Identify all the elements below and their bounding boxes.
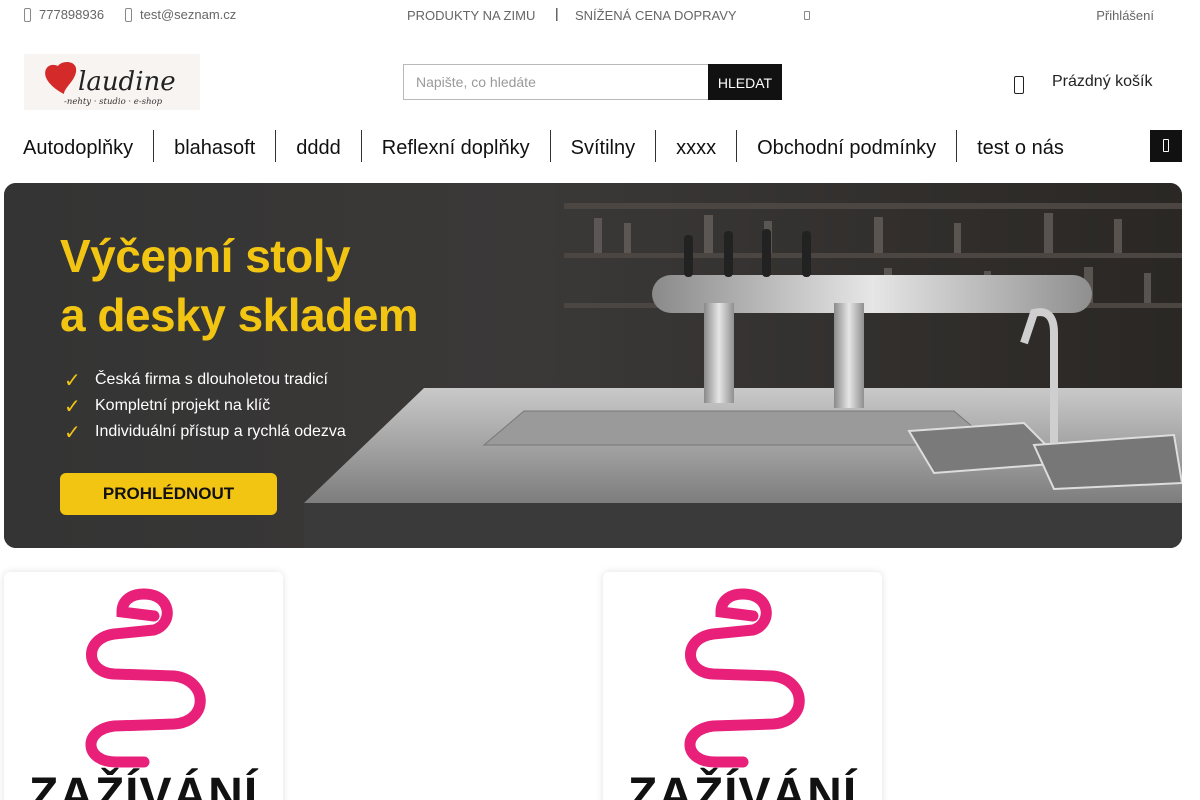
toplink-separator: |	[555, 5, 559, 21]
cart-label: Prázdný košík	[1052, 73, 1153, 90]
checkmark-icon: ✓	[64, 421, 81, 444]
email-address: test@seznam.cz	[140, 7, 237, 22]
nav-item-blahasoft[interactable]: blahasoft	[154, 130, 277, 162]
search-button[interactable]: HLEDAT	[708, 64, 782, 100]
nav-item-dddd[interactable]: dddd	[276, 130, 362, 162]
nav-item-xxxx[interactable]: xxxx	[656, 130, 738, 162]
email-link[interactable]: test@seznam.cz	[125, 7, 236, 22]
product-card[interactable]: ZAŽÍVÁNÍ	[603, 572, 882, 800]
phone-icon	[24, 7, 31, 22]
product-label: ZAŽÍVÁNÍ	[28, 769, 259, 800]
logo-text: laudine	[78, 67, 176, 97]
login-link[interactable]: Přihlášení	[1096, 8, 1154, 23]
top-bar: 777898936 test@seznam.cz PRODUKTY NA ZIM…	[0, 0, 1200, 32]
search-form: HLEDAT	[403, 64, 782, 100]
banner-bullet: ✓ Kompletní projekt na klíč	[64, 393, 346, 419]
logo-tagline: -nehty · studio · e-shop	[64, 97, 163, 107]
intestine-icon	[85, 588, 206, 768]
toplink-label: PRODUKTY NA ZIMU	[407, 8, 536, 23]
nav-item-obchodni-podminky[interactable]: Obchodní podmínky	[737, 130, 958, 162]
more-links-icon[interactable]	[804, 11, 810, 20]
nav-item-test-o-nas[interactable]: test o nás	[957, 130, 1084, 162]
checkmark-icon: ✓	[64, 395, 81, 418]
site-logo[interactable]: laudine -nehty · studio · e-shop	[24, 54, 200, 110]
banner-bullet-text: Česká firma s dlouholetou tradicí	[95, 371, 328, 388]
banner-title-line-2: a desky skladem	[60, 289, 419, 341]
phone-number: 777898936	[39, 7, 105, 22]
checkmark-icon: ✓	[64, 369, 81, 392]
bag-icon	[1014, 76, 1024, 94]
banner-bullet: ✓ Individuální přístup a rychlá odezva	[64, 419, 346, 445]
intestine-icon	[684, 588, 805, 768]
banner-bullet-text: Kompletní projekt na klíč	[95, 397, 271, 414]
banner-title-line-1: Výčepní stoly	[60, 230, 351, 282]
menu-toggle-button[interactable]	[1150, 130, 1182, 162]
nav-item-autodoplnky[interactable]: Autodoplňky	[0, 130, 155, 162]
banner-bullet-list: ✓ Česká firma s dlouholetou tradicí ✓ Ko…	[64, 367, 346, 445]
product-label: ZAŽÍVÁNÍ	[627, 769, 858, 800]
banner-bullet: ✓ Česká firma s dlouholetou tradicí	[64, 367, 346, 393]
nav-item-reflexni-doplnky[interactable]: Reflexní doplňky	[362, 130, 551, 162]
banner-cta-button[interactable]: PROHLÉDNOUT	[60, 473, 277, 515]
envelope-icon	[125, 7, 132, 22]
search-input[interactable]	[403, 64, 708, 100]
banner-bullet-text: Individuální přístup a rychlá odezva	[95, 423, 346, 440]
toplink-label: SNÍŽENÁ CENA DOPRAVY	[575, 8, 737, 23]
cart[interactable]: Prázdný košík	[1014, 70, 1152, 94]
nav-item-svitilny[interactable]: Svítilny	[551, 130, 657, 162]
hero-banner[interactable]: Výčepní stoly a desky skladem ✓ Česká fi…	[4, 183, 1182, 548]
toplink-shipping-discount[interactable]: SNÍŽENÁ CENA DOPRAVY	[575, 8, 737, 23]
main-nav: Autodoplňky blahasoft dddd Reflexní dopl…	[0, 128, 1084, 164]
phone-link[interactable]: 777898936	[24, 7, 104, 22]
toplink-winter-products[interactable]: PRODUKTY NA ZIMU	[407, 8, 535, 23]
product-card[interactable]: ZAŽÍVÁNÍ	[4, 572, 283, 800]
banner-title: Výčepní stoly a desky skladem	[60, 227, 419, 345]
menu-icon	[1163, 139, 1169, 152]
